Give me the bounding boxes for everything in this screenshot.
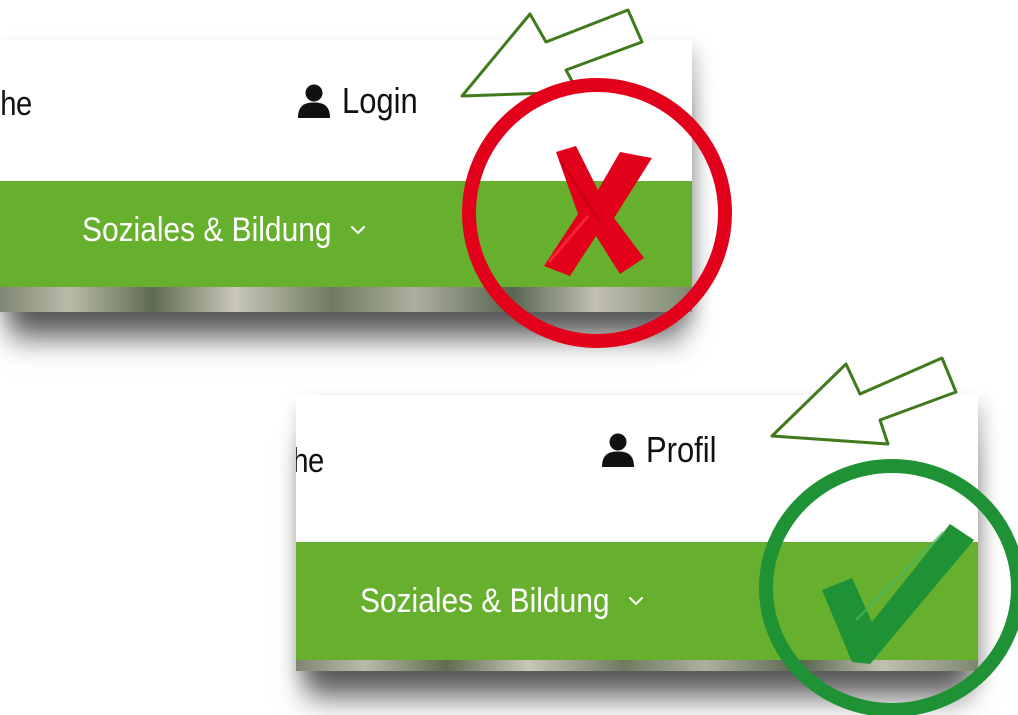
profile-label: Profil [646,429,717,470]
nav-item-label: Soziales & Bildung [82,211,332,249]
header-top-bar: che Profil [296,395,978,542]
hero-image-strip [296,660,978,671]
login-label: Login [342,80,418,121]
chevron-down-icon [628,593,644,611]
header-screenshot-incorrect: che Login Soziales & Bildung [0,40,692,312]
nav-item-label: Soziales & Bildung [360,582,610,620]
user-icon [296,83,332,119]
nav-item-soziales-bildung[interactable]: Soziales & Bildung [82,211,366,250]
main-nav-bar: Soziales & Bildung [0,181,692,287]
main-nav-bar: Soziales & Bildung [296,542,978,660]
profile-link[interactable]: Profil [600,429,728,471]
login-link[interactable]: Login [296,80,430,122]
hero-image-strip [0,287,692,312]
chevron-down-icon [350,222,366,240]
search-link-partial[interactable]: che [0,85,32,124]
header-screenshot-correct: che Profil Soziales & Bildung [296,395,978,671]
user-icon [600,432,636,468]
comparison-illustration: che Login Soziales & Bildung [0,0,1018,715]
nav-item-soziales-bildung[interactable]: Soziales & Bildung [360,582,644,621]
header-top-bar: che Login [0,40,692,181]
search-link-partial[interactable]: che [296,442,324,481]
